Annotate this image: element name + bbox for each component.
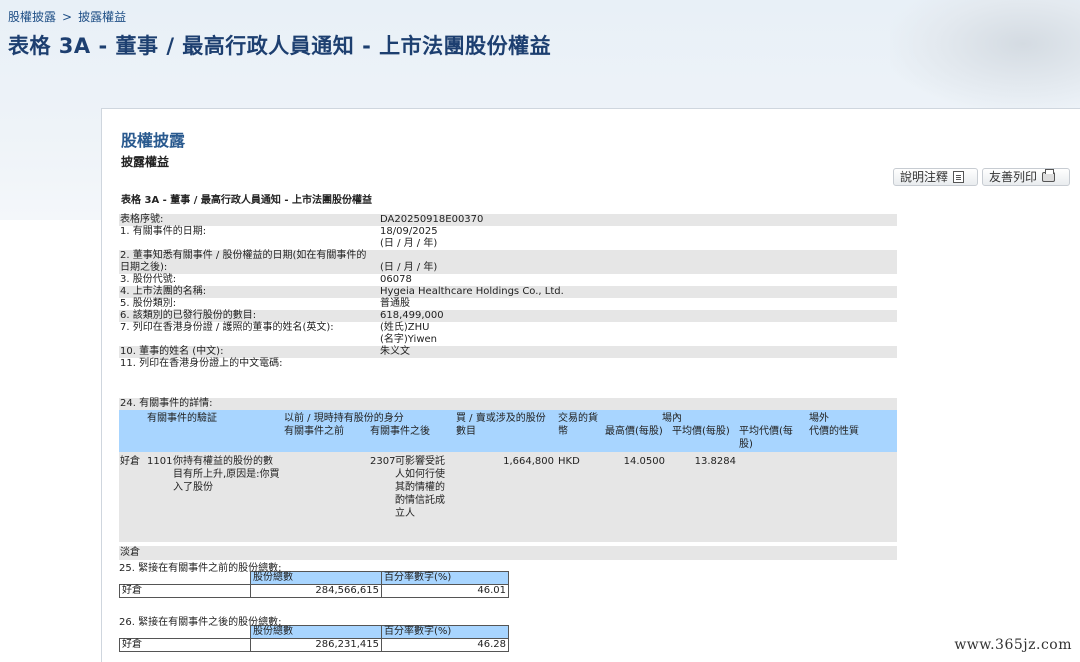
table-header: 有關事件的驗証 以前 / 現時持有股份的身分 有關事件之前 有關事件之後 買 /… <box>119 410 897 452</box>
header-average: 平均價(每股) <box>672 426 730 437</box>
col-percentage: 百分率數字(%) <box>381 625 509 639</box>
total-shares-value: 284,566,615 <box>250 584 382 598</box>
document-icon <box>953 171 965 183</box>
field-label: 6. 該類別的已發行股份的數目: <box>120 310 257 321</box>
field-row: 4. 上市法團的名稱: Hygeia Healthcare Holdings C… <box>119 286 897 298</box>
panel-title: 股權披露 <box>121 131 186 150</box>
header-nature: 代價的性質 <box>809 426 859 437</box>
field-value: 朱义文 <box>380 346 410 357</box>
page-title: 表格 3A - 董事 / 最高行政人員通知 - 上市法團股份權益 <box>8 34 552 58</box>
row-highest: 14.0500 <box>623 456 665 467</box>
field-value: 普通股 <box>380 298 410 309</box>
field-row: 10. 董事的姓名 (中文): 朱义文 <box>119 346 897 358</box>
short-position-row: 淡倉 <box>119 546 897 560</box>
printer-icon <box>1042 169 1056 182</box>
form-fields: 表格序號: DA20250918E00370 1. 有關事件的日期: 18/09… <box>119 214 897 370</box>
row-average: 13.8284 <box>694 456 736 467</box>
form-title: 表格 3A - 董事 / 最高行政人員通知 - 上市法團股份權益 <box>121 195 373 206</box>
field-value: Hygeia Healthcare Holdings Co., Ltd. <box>380 286 564 297</box>
header-currency: 交易的貨幣 <box>558 413 598 437</box>
field-value: DA20250918E00370 <box>380 214 484 225</box>
field-label: 7. 列印在香港身份證 / 護照的董事的姓名(英文): <box>120 322 334 333</box>
field-value <box>380 358 897 370</box>
header-off-exchange: 場外 <box>809 413 829 424</box>
field-label: 11. 列印在香港身份證上的中文電碼: <box>120 358 283 369</box>
row-label: 好倉 <box>119 638 251 652</box>
percentage-value: 46.01 <box>381 584 509 598</box>
row-capacity-after-code: 2307 <box>370 456 396 467</box>
notes-button[interactable]: 說明注釋 <box>893 168 978 186</box>
header-avg-consideration: 平均代價(每股) <box>739 426 793 450</box>
breadcrumb-item-interests[interactable]: 披露權益 <box>78 10 126 24</box>
breadcrumb-item-disclosure[interactable]: 股權披露 <box>8 10 56 24</box>
col-total-shares: 股份總數 <box>250 571 382 585</box>
row-currency: HKD <box>558 456 580 467</box>
header-highest: 最高價(每股) <box>605 426 663 437</box>
row-position: 好倉 <box>120 456 140 467</box>
field-label: 2. 董事知悉有關事件 / 股份權益的日期(如在有關事件的日期之後): <box>120 250 367 273</box>
field-label: 表格序號: <box>120 214 164 225</box>
row-label: 好倉 <box>119 584 251 598</box>
header-on-exchange: 場內 <box>662 413 682 424</box>
field-row: 5. 股份類別: 普通股 <box>119 298 897 310</box>
field-row: 6. 該類別的已發行股份的數目: 618,499,000 <box>119 310 897 322</box>
field-row: 7. 列印在香港身份證 / 護照的董事的姓名(英文): (姓氏)ZHU (名字)Y… <box>119 322 897 346</box>
row-description: 你持有權益的股份的數目有所上升,原因是:你買入了股份 <box>173 456 280 493</box>
field-label: 1. 有關事件的日期: <box>120 226 207 237</box>
watermark: www.365jz.com <box>954 637 1072 653</box>
field-label: 4. 上市法團的名稱: <box>120 286 207 297</box>
field-label: 3. 股份代號: <box>120 274 177 285</box>
col-percentage: 百分率數字(%) <box>381 571 509 585</box>
panel-subtitle: 披露權益 <box>121 155 170 169</box>
total-shares-value: 286,231,415 <box>250 638 382 652</box>
header-before: 有關事件之前 <box>284 426 344 437</box>
row-code: 1101 <box>147 456 173 467</box>
header-shares: 買 / 賣或涉及的股份數目 <box>456 413 546 437</box>
section-25-table: 股份總數 百分率數字(%) 好倉 284,566,615 46.01 <box>119 571 509 598</box>
field-row: 11. 列印在香港身份證上的中文電碼: <box>119 358 897 370</box>
breadcrumb: 股權披露 > 披露權益 <box>8 8 132 25</box>
notes-button-label: 說明注釋 <box>900 170 949 184</box>
row-capacity-after: 可影響受託人如何行使其酌情權的酌情信託成立人 <box>395 456 445 519</box>
col-total-shares: 股份總數 <box>250 625 382 639</box>
row-shares: 1,664,800 <box>503 456 554 467</box>
section-label: 24. 有關事件的詳情: <box>119 398 897 410</box>
field-label: 10. 董事的姓名 (中文): <box>120 346 224 357</box>
field-row: 表格序號: DA20250918E00370 <box>119 214 897 226</box>
content-panel: 股權披露 披露權益 說明注釋 友善列印 表格 3A - 董事 / 最高行政人員通… <box>101 108 1080 662</box>
field-value-hint: (日 / 月 / 年) <box>380 238 438 249</box>
table-row: 好倉 1101 你持有權益的股份的數目有所上升,原因是:你買入了股份 2307 … <box>119 452 897 542</box>
field-value-given-name: (名字)Yiwen <box>380 334 438 345</box>
percentage-value: 46.28 <box>381 638 509 652</box>
print-button[interactable]: 友善列印 <box>982 168 1070 186</box>
field-value: 18/09/2025 <box>380 226 438 237</box>
breadcrumb-separator: > <box>62 10 73 24</box>
field-row: 2. 董事知悉有關事件 / 股份權益的日期(如在有關事件的日期之後): (日 /… <box>119 250 897 274</box>
field-label: 5. 股份類別: <box>120 298 177 309</box>
print-button-label: 友善列印 <box>989 170 1038 184</box>
field-row: 1. 有關事件的日期: 18/09/2025 (日 / 月 / 年) <box>119 226 897 250</box>
field-value: 618,499,000 <box>380 310 444 321</box>
section-24: 24. 有關事件的詳情: 有關事件的驗証 以前 / 現時持有股份的身分 有關事件… <box>119 398 897 560</box>
field-value-hint: (日 / 月 / 年) <box>380 262 438 273</box>
header-after: 有關事件之後 <box>370 426 430 437</box>
section-26-table: 股份總數 百分率數字(%) 好倉 286,231,415 46.28 <box>119 625 509 652</box>
field-value: (姓氏)ZHU <box>380 322 430 333</box>
header-event-code: 有關事件的驗証 <box>147 413 217 424</box>
field-value: 06078 <box>380 274 412 285</box>
header-capacity: 以前 / 現時持有股份的身分 <box>284 413 404 424</box>
banner-decoration <box>890 0 1080 110</box>
field-row: 3. 股份代號: 06078 <box>119 274 897 286</box>
